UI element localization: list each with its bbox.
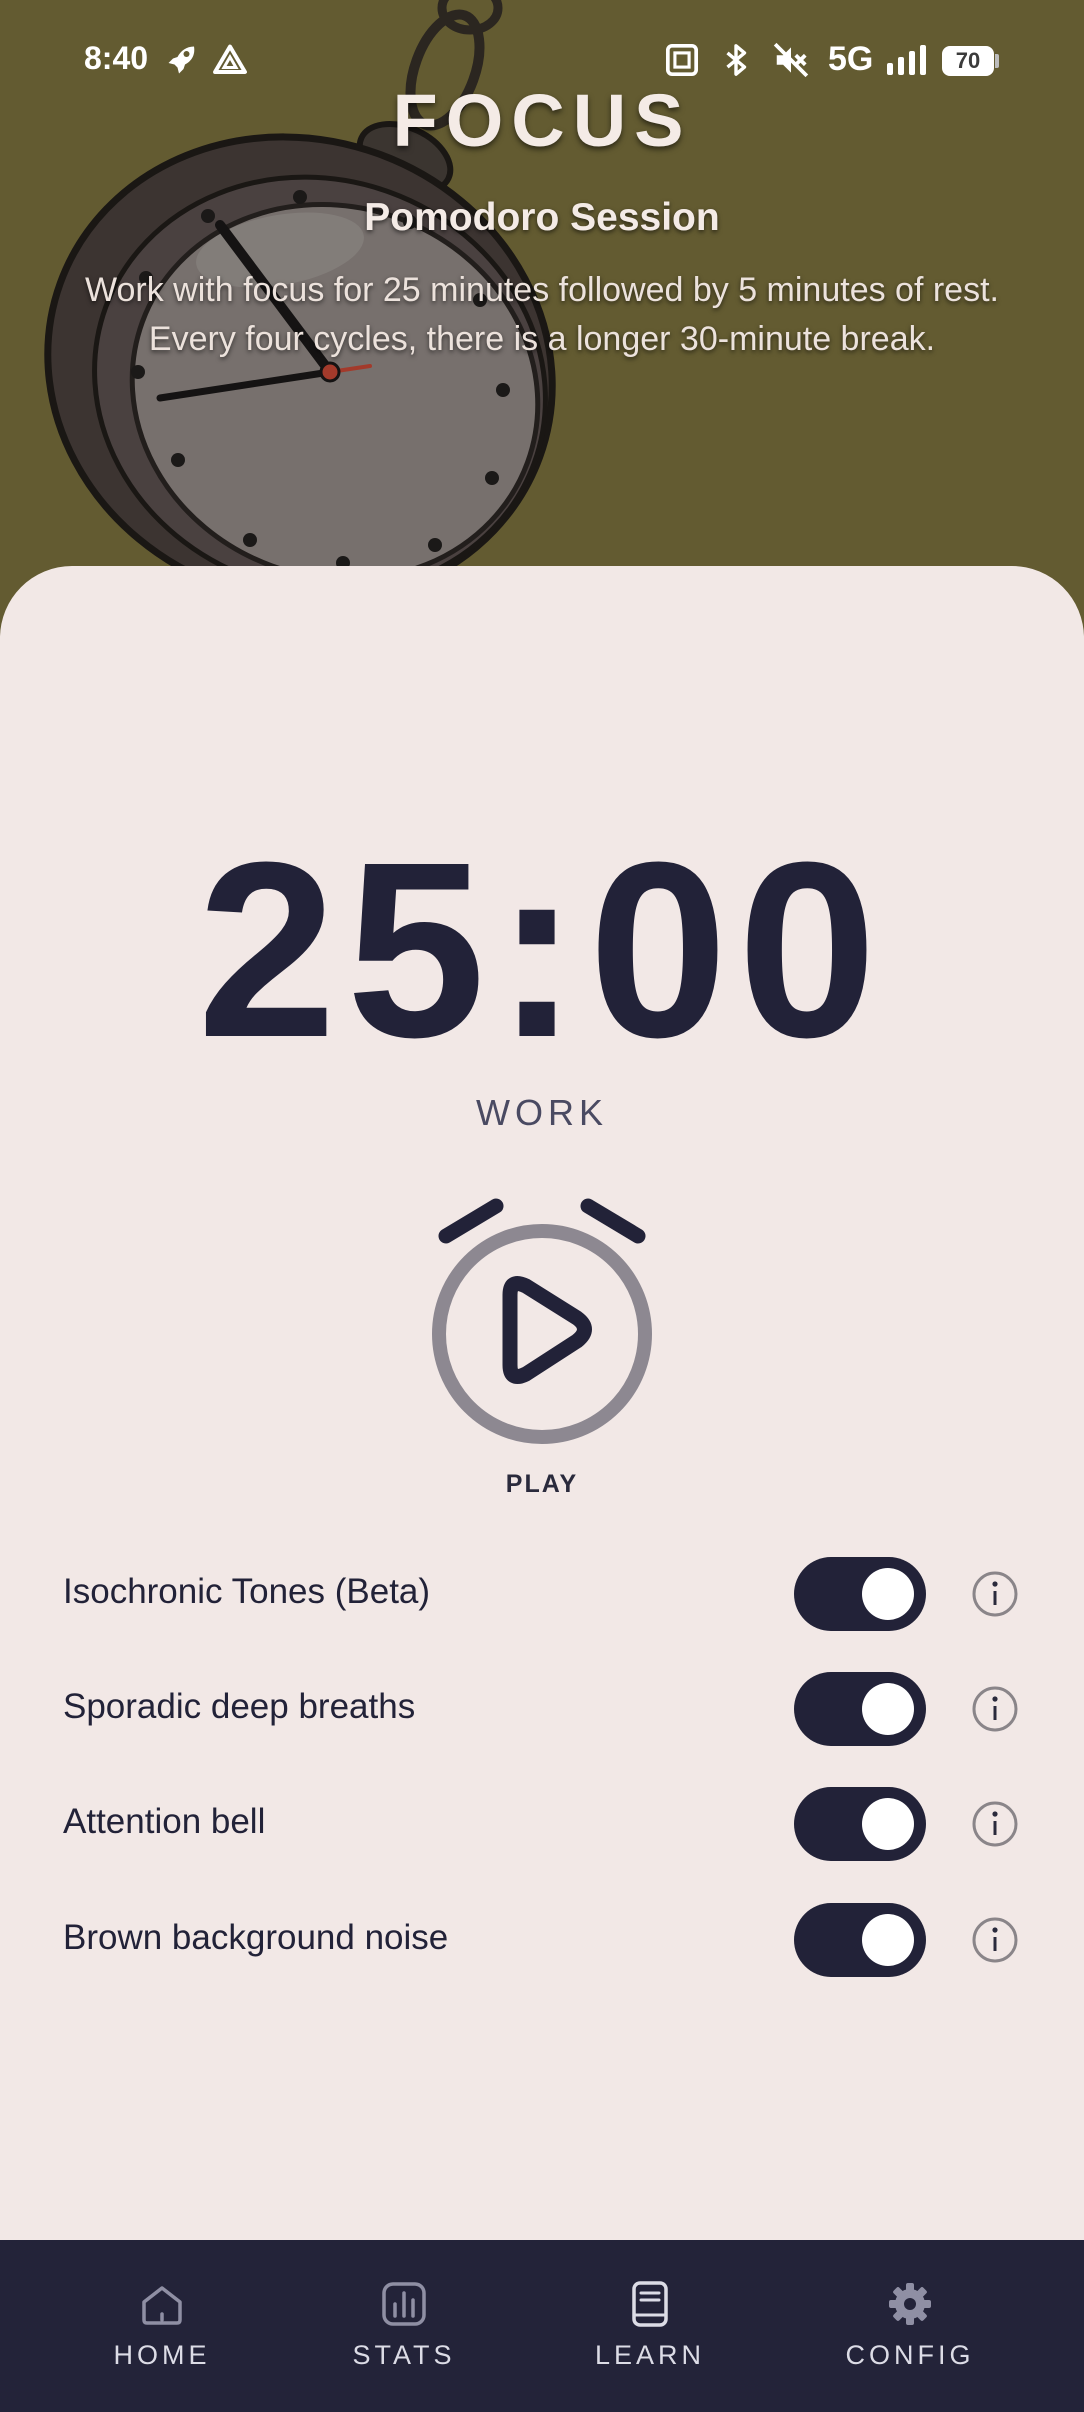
setting-row-brown-noise: Brown background noise xyxy=(0,1900,1084,1980)
battery-cap xyxy=(995,54,999,68)
mute-icon xyxy=(770,40,812,80)
timer-display: 25:00 xyxy=(197,810,887,1089)
info-icon[interactable] xyxy=(972,1801,1018,1847)
status-time: 8:40 xyxy=(84,40,149,76)
setting-label: Brown background noise xyxy=(63,1918,449,1957)
nfc-icon xyxy=(662,40,702,80)
gear-icon xyxy=(889,2283,931,2325)
play-button[interactable] xyxy=(422,1192,662,1462)
nav-label-learn: LEARN xyxy=(594,2340,706,2370)
deep-breaths-toggle[interactable] xyxy=(794,1672,926,1746)
setting-label: Attention bell xyxy=(63,1802,266,1841)
nav-label-config: CONFIG xyxy=(845,2340,975,2370)
nav-label-stats: STATS xyxy=(352,2340,456,2370)
setting-row-attention-bell: Attention bell xyxy=(0,1784,1084,1864)
app-title: FOCUS xyxy=(392,79,692,162)
info-icon[interactable] xyxy=(972,1571,1018,1617)
alarm-clock-play-icon xyxy=(432,1198,652,1444)
session-title: Pomodoro Session xyxy=(364,196,720,239)
home-icon xyxy=(142,2286,182,2325)
play-label: PLAY xyxy=(505,1470,579,1498)
setting-row-deep-breaths: Sporadic deep breaths xyxy=(0,1669,1084,1749)
stats-icon xyxy=(382,2282,426,2326)
info-icon[interactable] xyxy=(972,1917,1018,1963)
setting-row-isochronic-tones: Isochronic Tones (Beta) xyxy=(0,1554,1084,1634)
attention-bell-toggle[interactable] xyxy=(794,1787,926,1861)
drive-icon xyxy=(210,40,250,80)
nav-item-config[interactable]: CONFIG xyxy=(800,2240,1020,2412)
info-icon[interactable] xyxy=(972,1686,1018,1732)
network-type: 5G xyxy=(828,40,874,78)
toggle-knob xyxy=(862,1568,914,1620)
timer-phase-label: WORK xyxy=(476,1092,608,1133)
bottom-navigation: HOME STATS LEARN CONFIG xyxy=(0,2240,1084,2412)
session-description: Work with focus for 25 minutes followed … xyxy=(85,271,999,358)
brown-noise-toggle[interactable] xyxy=(794,1903,926,1977)
setting-label: Sporadic deep breaths xyxy=(63,1687,416,1726)
toggle-knob xyxy=(862,1683,914,1735)
bluetooth-icon xyxy=(716,40,756,80)
toggle-knob xyxy=(862,1914,914,1966)
toggle-knob xyxy=(862,1798,914,1850)
setting-label: Isochronic Tones (Beta) xyxy=(63,1572,431,1611)
battery-icon: 70 xyxy=(942,46,994,76)
nav-item-home[interactable]: HOME xyxy=(52,2240,272,2412)
signal-icon xyxy=(884,40,930,80)
book-icon xyxy=(632,2281,668,2327)
nav-label-home: HOME xyxy=(113,2340,211,2370)
rocket-icon xyxy=(162,40,202,80)
nav-item-learn[interactable]: LEARN xyxy=(540,2240,760,2412)
isochronic-tones-toggle[interactable] xyxy=(794,1557,926,1631)
nav-item-stats[interactable]: STATS xyxy=(294,2240,514,2412)
